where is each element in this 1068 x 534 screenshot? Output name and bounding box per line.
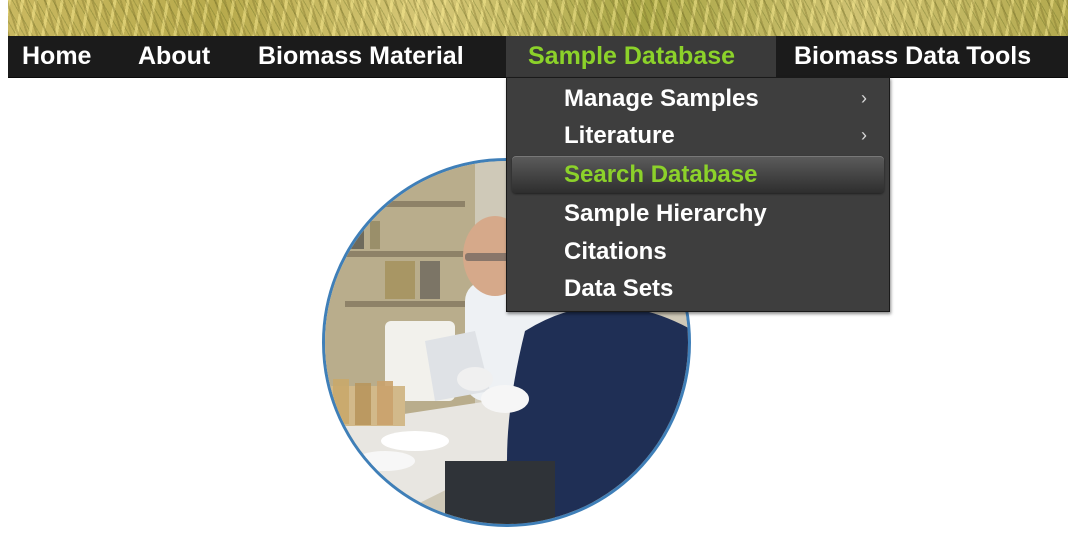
- sample-database-dropdown: Manage Samples › Literature › Search Dat…: [506, 77, 890, 312]
- menu-item-citations-label: Citations: [564, 238, 667, 265]
- page: Home About Biomass Material Sample Datab…: [0, 0, 1068, 534]
- menu-item-citations[interactable]: Citations: [507, 233, 889, 270]
- nav-item-biomass-data-tools[interactable]: Biomass Data Tools: [794, 36, 1064, 77]
- menu-item-sample-hierarchy[interactable]: Sample Hierarchy: [507, 195, 889, 232]
- menu-item-data-sets[interactable]: Data Sets: [507, 270, 889, 307]
- menu-item-sample-hierarchy-label: Sample Hierarchy: [564, 200, 767, 227]
- main-nav-bar: Home About Biomass Material Sample Datab…: [8, 36, 1068, 78]
- nav-item-home[interactable]: Home: [22, 36, 104, 77]
- menu-item-search-database-label: Search Database: [564, 161, 758, 188]
- chevron-right-icon: ›: [861, 125, 867, 145]
- chevron-right-icon: ›: [861, 88, 867, 108]
- menu-item-search-database[interactable]: Search Database: [512, 156, 884, 193]
- menu-item-literature[interactable]: Literature ›: [507, 117, 889, 154]
- menu-item-literature-label: Literature: [564, 122, 675, 149]
- nav-item-about-label: About: [138, 42, 211, 70]
- nav-item-biomass-material[interactable]: Biomass Material: [258, 36, 494, 77]
- nav-item-biomass-material-label: Biomass Material: [258, 42, 464, 70]
- nav-item-home-label: Home: [22, 42, 92, 70]
- nav-item-about[interactable]: About: [138, 36, 224, 77]
- nav-item-sample-database[interactable]: Sample Database: [506, 36, 776, 77]
- menu-item-manage-samples[interactable]: Manage Samples ›: [507, 80, 889, 117]
- menu-item-data-sets-label: Data Sets: [564, 275, 674, 302]
- nav-item-biomass-data-tools-label: Biomass Data Tools: [794, 42, 1032, 70]
- wheat-banner-image: [8, 0, 1068, 36]
- nav-item-sample-database-label: Sample Database: [528, 42, 736, 70]
- menu-item-manage-samples-label: Manage Samples: [564, 85, 759, 112]
